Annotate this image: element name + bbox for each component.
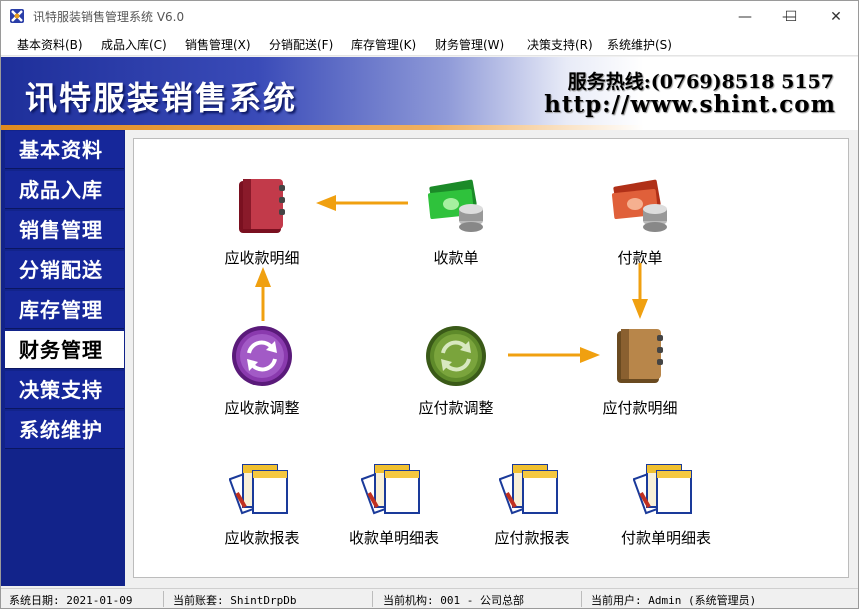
- arrow-down-icon: [632, 263, 648, 319]
- money-coins-icon: [427, 179, 483, 232]
- window-title: 讯特服装销售管理系统 V6.0: [33, 10, 185, 24]
- app-window: 讯特服装销售管理系统 V6.0 — — ☐ ✕ 基本资料(B) 成品入库(C) …: [0, 0, 859, 609]
- menu-sales[interactable]: 销售管理(X): [185, 36, 251, 53]
- receivable-adjust-label: 应收款调整: [224, 399, 300, 417]
- status-date: 系统日期: 2021-01-09: [9, 594, 133, 607]
- payable-adjust-label: 应付款调整: [418, 399, 494, 417]
- close-button[interactable]: ✕: [813, 1, 859, 32]
- red-money-coins-icon: [611, 179, 667, 232]
- status-bar: 系统日期: 2021-01-09 当前账套: ShintDrpDb 当前机构: …: [1, 588, 858, 608]
- app-logo-icon: [10, 9, 24, 23]
- red-ledger-book-icon: [239, 179, 285, 233]
- payment-node[interactable]: 付款单: [580, 173, 700, 268]
- maximize-icon: ☐: [784, 8, 798, 25]
- menu-product-inbound[interactable]: 成品入库(C): [101, 36, 167, 53]
- report-documents-icon: [498, 464, 558, 515]
- status-divider: [372, 591, 373, 607]
- report-documents-icon: [632, 464, 692, 515]
- maximize-button[interactable]: ☐: [768, 1, 814, 32]
- banner-url: http://www.shint.com: [544, 91, 836, 118]
- brown-ledger-book-icon: [617, 329, 663, 383]
- sidebar-item-product-inbound[interactable]: 成品入库: [5, 171, 124, 209]
- finance-panel: 应收款明细 收款单 付款单 应收款调整 应付款调整 应付款明细 应收款报表 收款…: [133, 138, 849, 578]
- receipt-detail-report-node[interactable]: 收款单明细表: [334, 453, 454, 548]
- receipt-node[interactable]: 收款单: [396, 173, 516, 268]
- payable-report-label: 应付款报表: [494, 529, 570, 547]
- payable-adjust-node[interactable]: 应付款调整: [396, 323, 516, 418]
- receipt-detail-report-label: 收款单明细表: [348, 529, 439, 547]
- menu-bar: 基本资料(B) 成品入库(C) 销售管理(X) 分销配送(F) 库存管理(K) …: [1, 32, 858, 56]
- sidebar: 基本资料 成品入库 销售管理 分销配送 库存管理 财务管理 决策支持 系统维护: [1, 130, 125, 586]
- sidebar-item-inventory[interactable]: 库存管理: [5, 291, 124, 329]
- sidebar-item-sales[interactable]: 销售管理: [5, 211, 124, 249]
- receipt-label: 收款单: [433, 249, 479, 267]
- green-refresh-icon: [426, 326, 486, 386]
- payable-report-node[interactable]: 应付款报表: [472, 453, 592, 548]
- banner-hotline: 服务热线:(0769)8518 5157: [567, 71, 834, 93]
- status-org: 当前机构: 001 - 公司总部: [383, 594, 524, 607]
- payment-detail-report-label: 付款单明细表: [620, 529, 711, 547]
- minimize-icon: —: [738, 8, 752, 25]
- receivable-report-node[interactable]: 应收款报表: [202, 453, 322, 548]
- payable-detail-node[interactable]: 应付款明细: [580, 323, 700, 418]
- close-icon: ✕: [830, 8, 842, 25]
- menu-inventory[interactable]: 库存管理(K): [351, 36, 416, 53]
- status-account: 当前账套: ShintDrpDb: [173, 594, 297, 607]
- status-divider: [581, 591, 582, 607]
- menu-distribution[interactable]: 分销配送(F): [269, 36, 333, 53]
- purple-refresh-icon: [232, 326, 292, 386]
- sidebar-item-distribution[interactable]: 分销配送: [5, 251, 124, 289]
- menu-basic-data[interactable]: 基本资料(B): [17, 36, 83, 53]
- payable-detail-label: 应付款明细: [602, 399, 678, 417]
- menu-finance[interactable]: 财务管理(W): [435, 36, 504, 53]
- arrow-up-icon: [255, 267, 271, 321]
- status-divider: [163, 591, 164, 607]
- sidebar-item-decision[interactable]: 决策支持: [5, 371, 124, 409]
- menu-decision[interactable]: 决策支持(R): [527, 36, 593, 53]
- banner-title: 讯特服装销售系统: [25, 79, 298, 117]
- banner-stripe: [1, 125, 858, 130]
- sidebar-item-basic-data[interactable]: 基本资料: [5, 131, 124, 169]
- report-documents-icon: [360, 464, 420, 515]
- receivable-adjust-node[interactable]: 应收款调整: [202, 323, 322, 418]
- minimize-button-alt[interactable]: —: [722, 1, 768, 32]
- sidebar-item-finance[interactable]: 财务管理: [5, 331, 124, 369]
- report-documents-icon: [228, 464, 288, 515]
- receivable-detail-node[interactable]: 应收款明细: [202, 173, 322, 268]
- receivable-report-label: 应收款报表: [224, 529, 300, 547]
- menu-system[interactable]: 系统维护(S): [607, 36, 672, 53]
- sidebar-item-system[interactable]: 系统维护: [5, 411, 124, 449]
- payment-detail-report-node[interactable]: 付款单明细表: [606, 453, 726, 548]
- status-user: 当前用户: Admin (系统管理员): [591, 594, 757, 607]
